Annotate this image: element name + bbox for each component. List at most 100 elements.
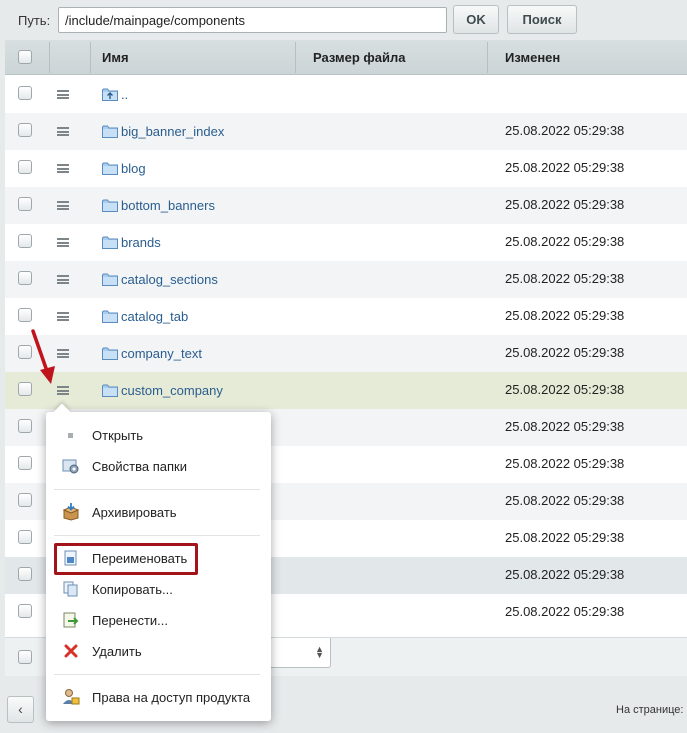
table-row[interactable]: catalog_sections 25.08.2022 05:29:38 bbox=[5, 261, 687, 298]
context-menu: Открыть Свойства папки Архивировать Пере… bbox=[46, 403, 271, 721]
row-checkbox[interactable] bbox=[18, 567, 32, 581]
table-row[interactable]: company_text 25.08.2022 05:29:38 bbox=[5, 335, 687, 372]
menu-divider bbox=[54, 489, 260, 490]
menu-item-delete[interactable]: Удалить bbox=[46, 637, 271, 665]
menu-item-label: Удалить bbox=[92, 644, 142, 659]
table-header: Имя Размер файла Изменен bbox=[5, 40, 687, 75]
path-label: Путь: bbox=[18, 13, 51, 28]
menu-divider bbox=[54, 535, 260, 536]
copy-icon bbox=[63, 581, 78, 597]
table-row[interactable]: blog 25.08.2022 05:29:38 bbox=[5, 150, 687, 187]
menu-item-copy[interactable]: Копировать... bbox=[46, 575, 271, 603]
modified-date: 25.08.2022 05:29:38 bbox=[505, 123, 625, 138]
modified-date: 25.08.2022 05:29:38 bbox=[505, 308, 625, 323]
archive-icon bbox=[62, 503, 80, 521]
rename-highlight-box bbox=[54, 543, 198, 575]
row-checkbox[interactable] bbox=[18, 604, 32, 618]
annotation-arrow-icon bbox=[31, 329, 55, 384]
row-checkbox[interactable] bbox=[18, 271, 32, 285]
folder-properties-icon bbox=[62, 459, 79, 474]
row-menu-icon[interactable] bbox=[57, 127, 69, 136]
column-name-header[interactable]: Имя bbox=[102, 40, 129, 75]
modified-date: 25.08.2022 05:29:38 bbox=[505, 419, 625, 434]
table-row[interactable]: bottom_banners 25.08.2022 05:29:38 bbox=[5, 187, 687, 224]
folder-icon bbox=[102, 347, 118, 360]
file-name-link[interactable]: custom_company bbox=[121, 383, 223, 398]
folder-icon bbox=[102, 310, 118, 323]
table-row[interactable]: custom_company 25.08.2022 05:29:38 bbox=[5, 372, 687, 409]
row-menu-icon[interactable] bbox=[57, 275, 69, 284]
modified-date: 25.08.2022 05:29:38 bbox=[505, 160, 625, 175]
select-arrows-icon: ▲ ▼ bbox=[315, 644, 324, 660]
modified-date: 25.08.2022 05:29:38 bbox=[505, 234, 625, 249]
file-name-link[interactable]: big_banner_index bbox=[121, 124, 224, 139]
menu-divider bbox=[54, 674, 260, 675]
row-checkbox[interactable] bbox=[18, 197, 32, 211]
parent-folder-icon bbox=[102, 88, 118, 101]
row-menu-icon[interactable] bbox=[57, 349, 69, 358]
menu-item-folder-properties[interactable]: Свойства папки bbox=[46, 452, 271, 480]
table-row[interactable]: brands 25.08.2022 05:29:38 bbox=[5, 224, 687, 261]
select-all-checkbox[interactable] bbox=[18, 50, 32, 64]
modified-date: 25.08.2022 05:29:38 bbox=[505, 567, 625, 582]
menu-item-label: Перенести... bbox=[92, 613, 168, 628]
menu-item-label: Права на доступ продукта bbox=[92, 690, 251, 705]
move-icon bbox=[63, 612, 79, 628]
row-checkbox[interactable] bbox=[18, 160, 32, 174]
prev-page-button[interactable]: ‹ bbox=[7, 696, 34, 723]
file-name-link[interactable]: catalog_sections bbox=[121, 272, 218, 287]
row-checkbox[interactable] bbox=[18, 493, 32, 507]
column-modified-header[interactable]: Изменен bbox=[505, 40, 560, 75]
footer-checkbox[interactable] bbox=[18, 650, 32, 664]
menu-item-label: Открыть bbox=[92, 428, 144, 443]
column-divider bbox=[49, 42, 50, 73]
user-lock-icon bbox=[63, 689, 80, 705]
row-checkbox[interactable] bbox=[18, 234, 32, 248]
modified-date: 25.08.2022 05:29:38 bbox=[505, 530, 625, 545]
ok-button[interactable]: OK bbox=[453, 5, 499, 34]
file-name-link[interactable]: catalog_tab bbox=[121, 309, 188, 324]
row-menu-icon[interactable] bbox=[57, 238, 69, 247]
file-name-link[interactable]: company_text bbox=[121, 346, 202, 361]
modified-date: 25.08.2022 05:29:38 bbox=[505, 382, 625, 397]
column-divider bbox=[295, 42, 296, 73]
table-row[interactable]: big_banner_index 25.08.2022 05:29:38 bbox=[5, 113, 687, 150]
delete-icon bbox=[64, 644, 78, 658]
menu-item-archive[interactable]: Архивировать bbox=[46, 498, 271, 526]
menu-item-label: Свойства папки bbox=[92, 459, 187, 474]
row-checkbox[interactable] bbox=[18, 419, 32, 433]
search-button[interactable]: Поиск bbox=[507, 5, 577, 34]
row-menu-icon[interactable] bbox=[57, 312, 69, 321]
menu-item-open[interactable]: Открыть bbox=[46, 421, 271, 449]
column-divider bbox=[487, 42, 488, 73]
folder-icon bbox=[102, 236, 118, 249]
per-page-label: На странице: bbox=[616, 704, 684, 716]
dot-icon bbox=[68, 433, 73, 438]
table-row[interactable]: catalog_tab 25.08.2022 05:29:38 bbox=[5, 298, 687, 335]
row-checkbox[interactable] bbox=[18, 530, 32, 544]
column-divider bbox=[90, 42, 91, 73]
path-input[interactable] bbox=[58, 7, 447, 33]
folder-icon bbox=[102, 125, 118, 138]
group-action-select[interactable]: ▲ ▼ bbox=[267, 638, 331, 668]
row-checkbox[interactable] bbox=[18, 86, 32, 100]
row-checkbox[interactable] bbox=[18, 456, 32, 470]
file-name-link[interactable]: bottom_banners bbox=[121, 198, 215, 213]
row-menu-icon[interactable] bbox=[57, 386, 69, 395]
row-checkbox[interactable] bbox=[18, 308, 32, 322]
row-menu-icon[interactable] bbox=[57, 164, 69, 173]
menu-item-label: Копировать... bbox=[92, 582, 173, 597]
menu-item-access-rights[interactable]: Права на доступ продукта bbox=[46, 683, 271, 711]
path-bar: Путь: OK Поиск bbox=[0, 0, 687, 40]
row-menu-icon[interactable] bbox=[57, 90, 69, 99]
file-name-link[interactable]: brands bbox=[121, 235, 161, 250]
row-menu-icon[interactable] bbox=[57, 201, 69, 210]
file-name-link[interactable]: .. bbox=[121, 87, 128, 102]
column-size-header[interactable]: Размер файла bbox=[313, 40, 406, 75]
menu-item-move[interactable]: Перенести... bbox=[46, 606, 271, 634]
modified-date: 25.08.2022 05:29:38 bbox=[505, 493, 625, 508]
file-name-link[interactable]: blog bbox=[121, 161, 146, 176]
row-checkbox[interactable] bbox=[18, 123, 32, 137]
table-row[interactable]: .. bbox=[5, 76, 687, 113]
folder-icon bbox=[102, 162, 118, 175]
